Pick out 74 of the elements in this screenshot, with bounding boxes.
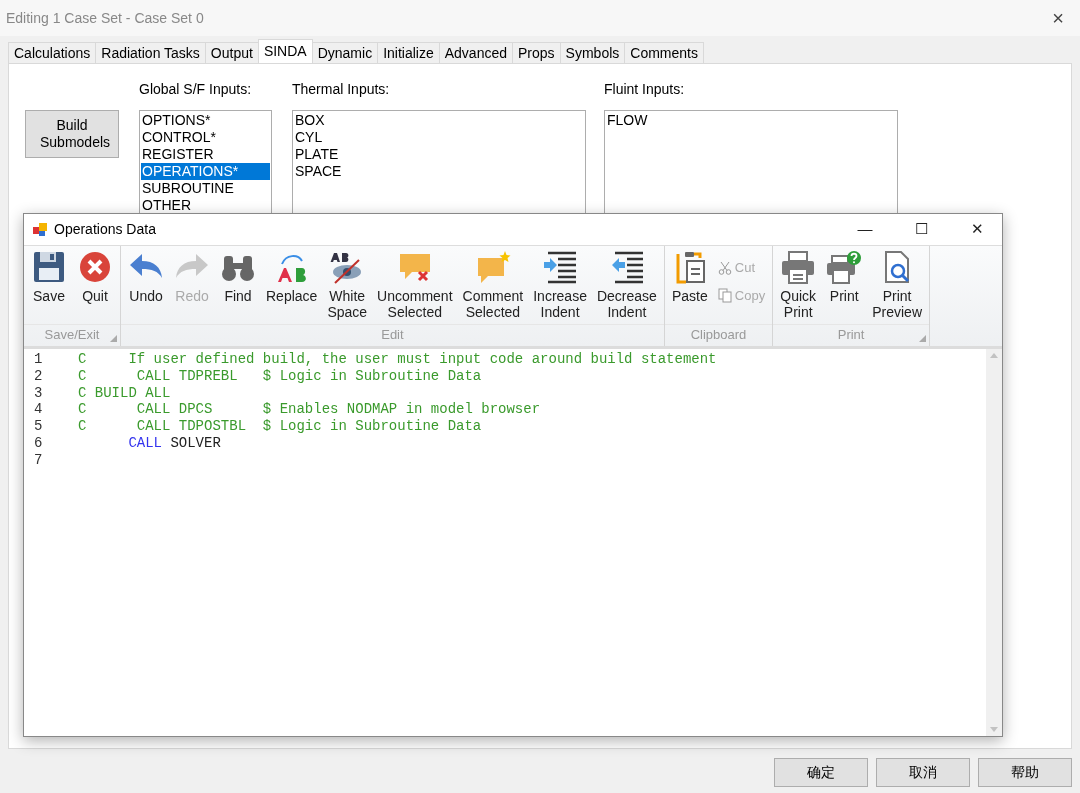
tab[interactable]: SINDA (257, 39, 313, 63)
window-title: Operations Data (54, 220, 156, 239)
ribbon-button[interactable]: Print (822, 250, 867, 324)
scroll-up-icon[interactable] (990, 353, 998, 358)
list-item[interactable]: REGISTER (141, 146, 270, 163)
minimize-button[interactable]: — (840, 214, 890, 245)
ribbon-button[interactable]: Decrease Indent (592, 250, 661, 324)
ribbon-button[interactable]: Quit (73, 250, 117, 324)
line-number: 1 (33, 351, 44, 368)
code-line: C If user defined build, the user must input code around build statement (77, 351, 717, 368)
dialog-launcher-icon[interactable] (919, 335, 926, 342)
line-number: 5 (33, 418, 44, 435)
list-box[interactable]: OPTIONS* CONTROL* REGISTER OPERATIONS* SUBROUTINE OTHER (139, 110, 272, 213)
list-item[interactable]: CYL (294, 129, 584, 146)
line-number: 3 (33, 384, 44, 402)
ribbon-button[interactable]: Quick Print (776, 250, 821, 324)
ribbon-button[interactable]: Comment Selected (458, 250, 528, 324)
maximize-button[interactable]: ☐ (896, 214, 946, 245)
line-number: 4 (33, 401, 44, 419)
line-number: 6 (33, 435, 44, 452)
code-line: CALL SOLVER (127, 435, 221, 452)
dialog-button[interactable]: 确定 (774, 758, 868, 787)
ribbon-button[interactable]: White Space (323, 250, 372, 324)
indent-icon (542, 250, 579, 284)
tab[interactable]: Comments (624, 42, 704, 63)
tab[interactable]: Output (204, 42, 259, 63)
code-line: C CALL TDPREBL $ Logic in Subroutine Data (77, 367, 482, 385)
list-item[interactable]: SPACE (294, 163, 584, 180)
window-title: Editing 1 Case Set - Case Set 0 (6, 8, 204, 28)
tab[interactable]: Symbols (559, 42, 626, 63)
group-label: Clipboard (690, 327, 747, 342)
group-label: Save/Exit (44, 327, 100, 342)
list-item[interactable]: OTHER (141, 197, 270, 213)
line-number: 7 (33, 451, 44, 469)
printer-question-icon (826, 250, 863, 284)
dialog-button[interactable]: 取消 (876, 758, 970, 787)
scroll-down-icon[interactable] (990, 727, 998, 732)
code-line: C CALL TDPOSTBL $ Logic in Subroutine Data (77, 418, 482, 435)
ribbon-button[interactable]: Find (216, 250, 260, 324)
printer-icon (780, 250, 817, 284)
ribbon-button[interactable]: Increase Indent (529, 250, 591, 324)
group-label: Print (837, 327, 865, 342)
scissors-icon (717, 260, 732, 275)
group-label: Edit (381, 327, 404, 342)
list-item[interactable]: PLATE (294, 146, 584, 163)
tab[interactable]: Calculations (8, 42, 97, 63)
tab[interactable]: Props (512, 42, 561, 63)
line-number: 2 (33, 367, 44, 385)
list-item[interactable]: SUBROUTINE (141, 180, 270, 197)
ribbon-button[interactable]: Uncomment Selected (373, 250, 457, 324)
list-item[interactable]: OPERATIONS* (141, 163, 270, 180)
close-button[interactable]: ✕ (952, 214, 1002, 245)
list-item[interactable]: FLOW (606, 112, 896, 129)
tab[interactable]: Dynamic (311, 42, 379, 63)
ribbon-button[interactable]: Undo (124, 250, 168, 324)
list-label: Thermal Inputs: (292, 80, 391, 99)
ribbon-button[interactable]: Print Preview (868, 250, 926, 324)
app-icon (32, 221, 48, 238)
close-button[interactable]: × (1042, 3, 1074, 33)
ribbon-button[interactable]: Paste (667, 250, 712, 324)
dialog-button[interactable]: 帮助 (978, 758, 1072, 787)
copy-icon (717, 287, 732, 303)
x-circle-icon (77, 250, 113, 284)
list-item[interactable]: BOX (294, 112, 584, 129)
list-item[interactable]: CONTROL* (141, 129, 270, 146)
ribbon-button[interactable]: Replace (262, 250, 322, 324)
list-item[interactable]: OPTIONS* (141, 112, 270, 129)
ribbon-button[interactable]: Save (27, 250, 71, 324)
list-label: Global S/F Inputs: (139, 80, 253, 99)
code-line: C CALL DPCS $ Enables NODMAP in model browser (77, 401, 541, 419)
dialog-launcher-icon[interactable] (110, 335, 117, 342)
list-label: Fluint Inputs: (604, 80, 686, 99)
code-line: C BUILD ALL (77, 384, 171, 402)
build-submodels-button[interactable]: Build Submodels (25, 110, 119, 158)
